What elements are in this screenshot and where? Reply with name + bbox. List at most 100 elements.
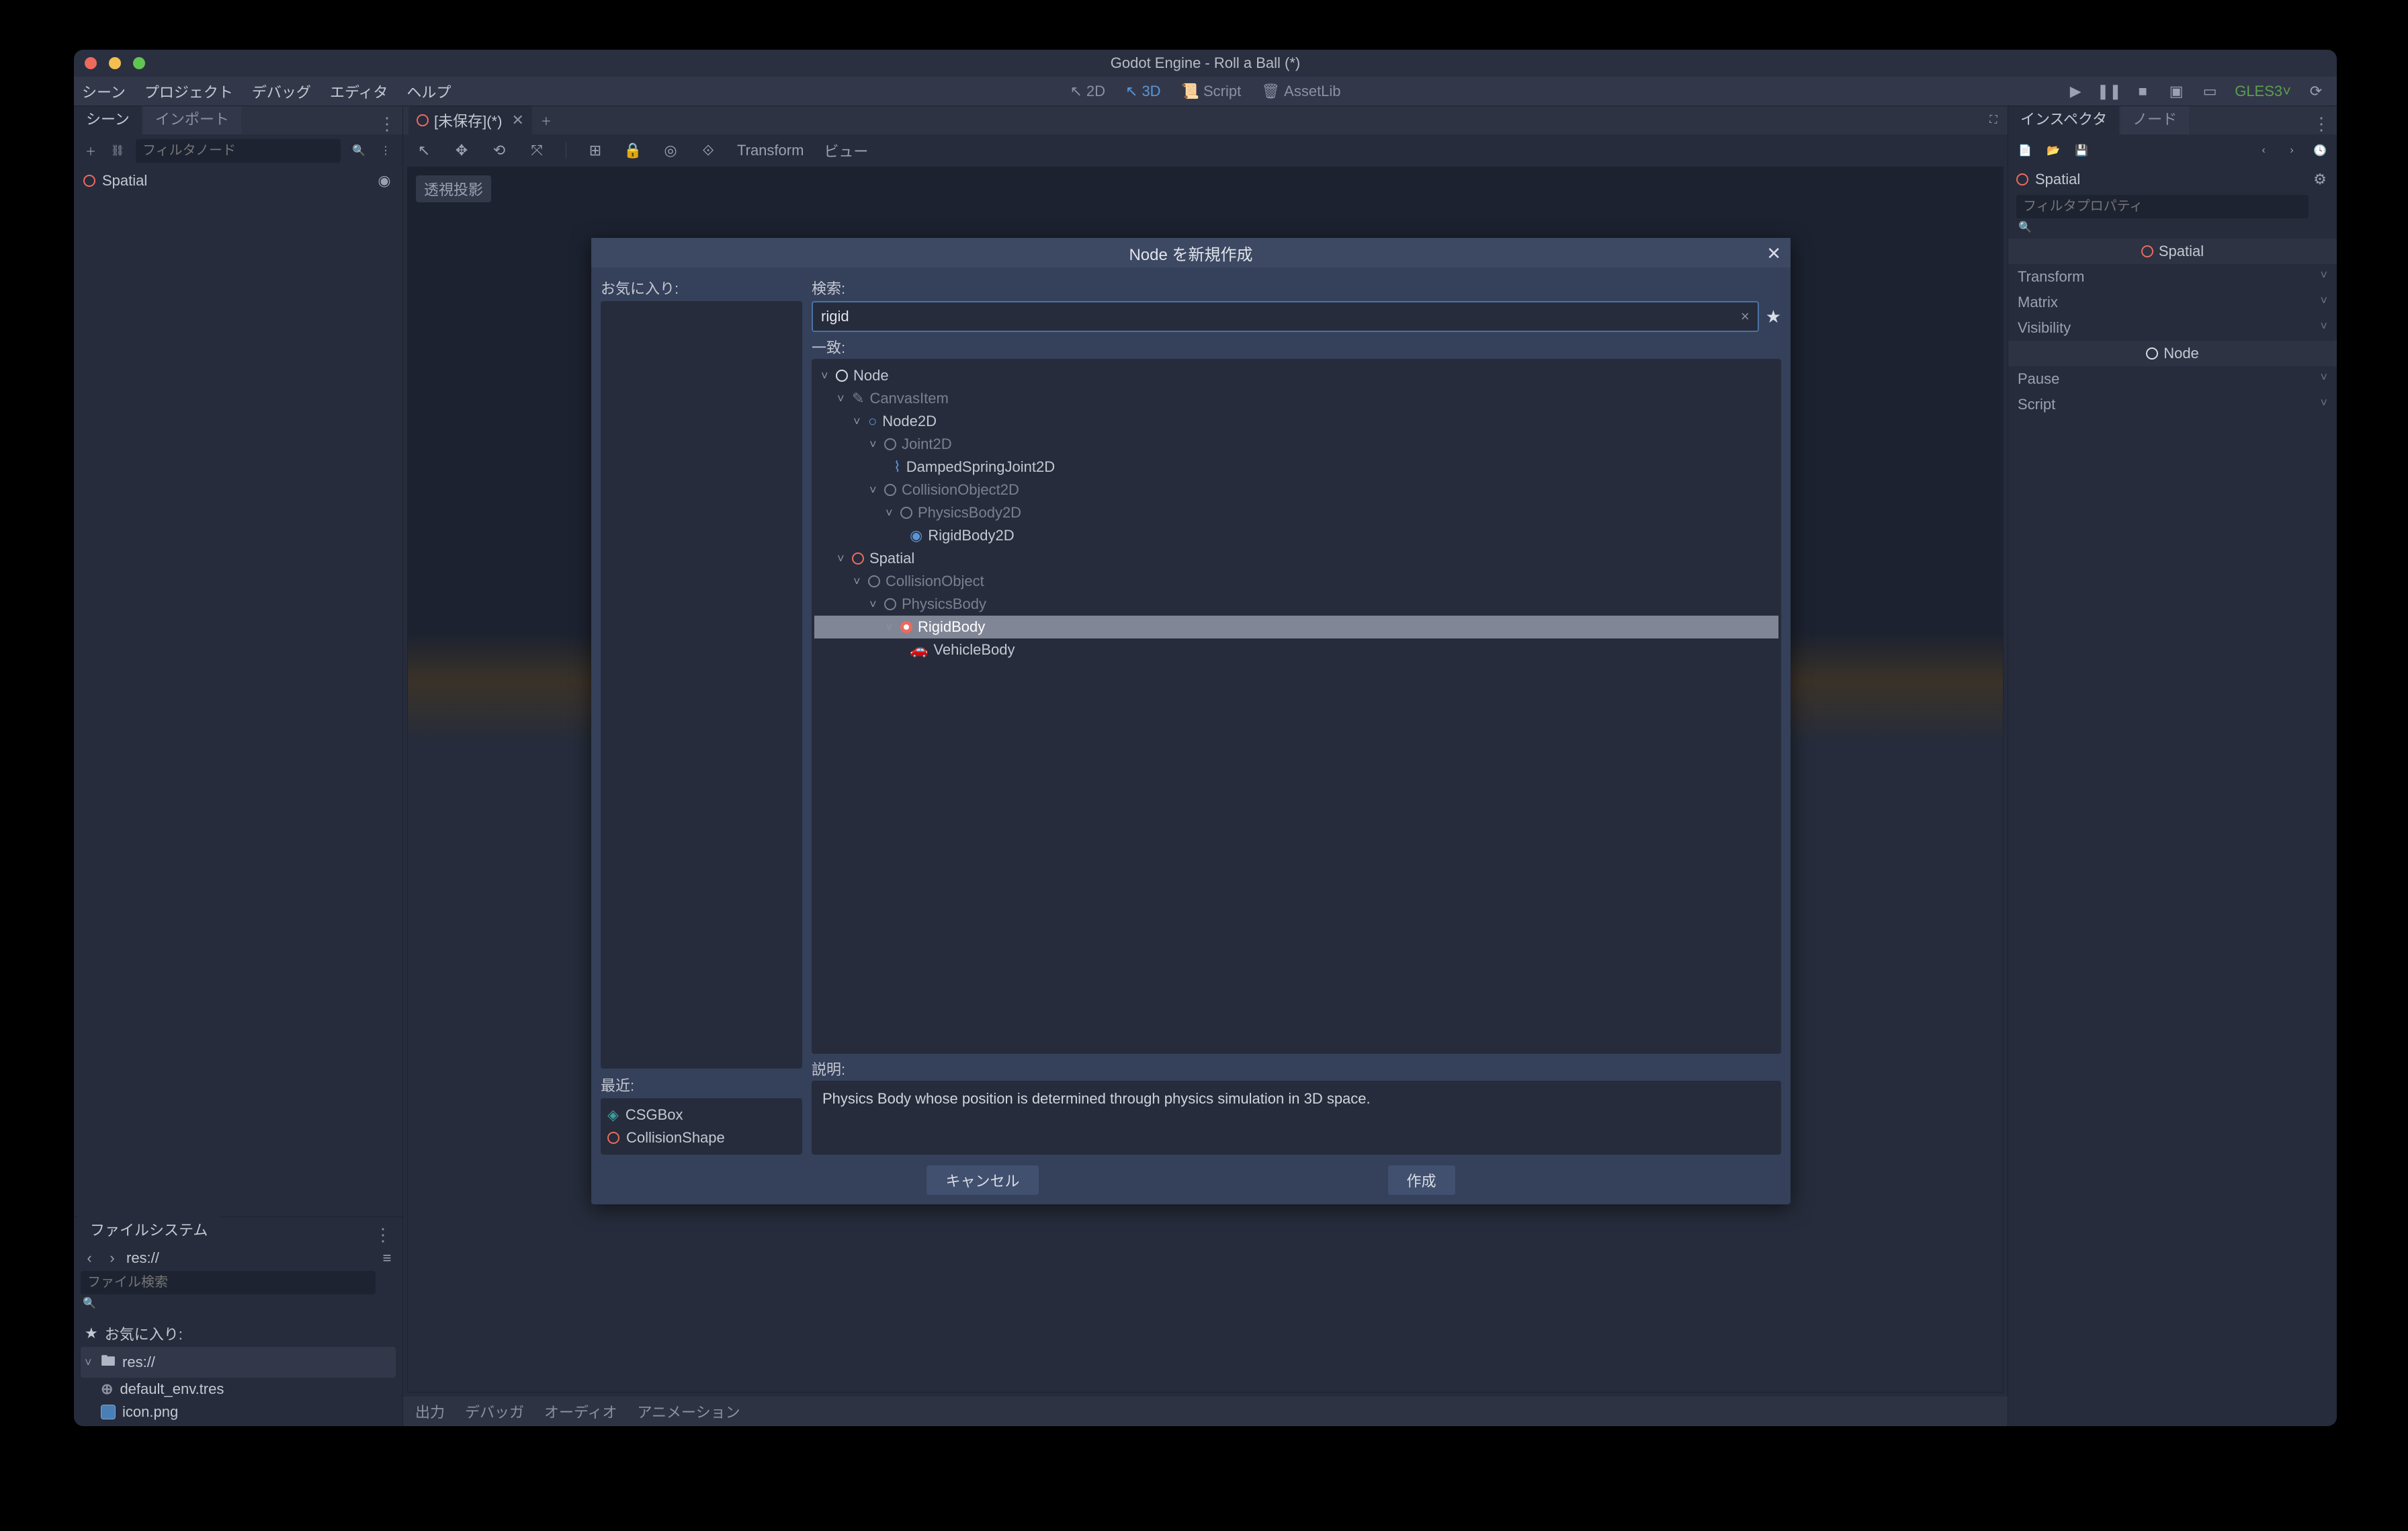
new-resource-icon[interactable]: 📄	[2016, 142, 2034, 159]
view-menu[interactable]: ビュー	[824, 140, 868, 161]
workspace-3d[interactable]: ↖3D	[1125, 83, 1161, 100]
tab-node[interactable]: ノード	[2120, 102, 2189, 134]
inspector-section-spatial[interactable]: Spatial	[2008, 239, 2337, 264]
workspace-script[interactable]: 📜Script	[1181, 83, 1242, 100]
link-icon[interactable]: ⛓	[109, 142, 126, 159]
nav-back-icon[interactable]: ‹	[81, 1249, 98, 1267]
tree-collobj[interactable]: ˅CollisionObject	[814, 570, 1778, 593]
favorite-star-icon[interactable]: ★	[1766, 306, 1781, 327]
minimize-window-button[interactable]	[109, 57, 121, 69]
menu-editor[interactable]: エディタ	[330, 81, 388, 102]
menu-scene[interactable]: シーン	[82, 81, 126, 102]
inspector-node-name[interactable]: Spatial ⚙	[2008, 167, 2337, 192]
tab-audio[interactable]: オーディオ	[544, 1401, 617, 1422]
search-icon[interactable]: 🔍	[2016, 218, 2034, 236]
search-icon[interactable]: 🔍	[81, 1294, 98, 1312]
play-icon[interactable]: ▶	[2067, 83, 2084, 100]
inspector-section-node[interactable]: Node	[2008, 341, 2337, 366]
tree-joint2d[interactable]: ˅Joint2D	[814, 433, 1778, 456]
fs-file-icon[interactable]: icon.png	[81, 1401, 396, 1423]
lock-icon[interactable]: 🔒	[624, 142, 642, 159]
clear-search-icon[interactable]: ×	[1741, 308, 1750, 325]
close-tab-icon[interactable]: ✕	[511, 112, 523, 129]
stop-icon[interactable]: ■	[2134, 83, 2151, 100]
tab-import[interactable]: インポート	[143, 102, 241, 134]
dock-options-icon[interactable]: ⋮	[378, 114, 396, 134]
menu-help[interactable]: ヘルプ	[406, 81, 451, 102]
prop-script[interactable]: Script˅	[2008, 392, 2337, 417]
scene-root-node[interactable]: Spatial ◉	[79, 169, 397, 192]
history-forward-icon[interactable]: ›	[2283, 142, 2300, 159]
dock-options-icon[interactable]: ⋮	[2313, 114, 2330, 134]
search-icon[interactable]: 🔍	[350, 142, 368, 159]
create-button[interactable]: 作成	[1388, 1165, 1455, 1195]
menu-debug[interactable]: デバッグ	[252, 81, 311, 102]
recent-collisionshape[interactable]: CollisionShape	[606, 1126, 797, 1149]
fs-dock-options-icon[interactable]: ⋮	[374, 1225, 392, 1245]
play-custom-icon[interactable]: ▭	[2201, 83, 2219, 100]
tab-filesystem[interactable]: ファイルシステム	[78, 1213, 220, 1245]
history-back-icon[interactable]: ‹	[2255, 142, 2272, 159]
tree-rigidbody2d[interactable]: ◉RigidBody2D	[814, 524, 1778, 547]
scene-file-tab[interactable]: [未保存](*) ✕	[408, 106, 532, 135]
transform-menu[interactable]: Transform	[737, 142, 804, 159]
tab-animation[interactable]: アニメーション	[638, 1401, 740, 1422]
recent-csgbox[interactable]: ◈ CSGBox	[606, 1104, 797, 1126]
move-tool-icon[interactable]: ✥	[453, 142, 470, 159]
workspace-assetlib[interactable]: 🗑AssetLib	[1261, 83, 1340, 100]
tree-canvasitem[interactable]: ˅✎CanvasItem	[814, 387, 1778, 410]
tree-vehiclebody[interactable]: 🚗VehicleBody	[814, 638, 1778, 661]
menu-project[interactable]: プロジェクト	[144, 81, 233, 102]
play-scene-icon[interactable]: ▣	[2167, 83, 2185, 100]
tree-collobj2d[interactable]: ˅CollisionObject2D	[814, 479, 1778, 501]
prop-pause[interactable]: Pause˅	[2008, 366, 2337, 392]
tab-output[interactable]: 出力	[415, 1401, 445, 1422]
fs-search-input[interactable]	[81, 1271, 376, 1294]
inspector-filter-input[interactable]	[2016, 195, 2309, 218]
close-window-button[interactable]	[85, 57, 97, 69]
expand-viewport-icon[interactable]: ⛶	[1985, 112, 2002, 129]
tree-physbody[interactable]: ˅PhysicsBody	[814, 593, 1778, 616]
add-scene-icon[interactable]: ＋	[538, 112, 555, 129]
fs-favorites[interactable]: ★ お気に入り:	[81, 1320, 396, 1347]
group-icon[interactable]: ◎	[662, 142, 679, 159]
tree-node2d[interactable]: ˅○Node2D	[814, 410, 1778, 433]
save-resource-icon[interactable]: 💾	[2073, 142, 2090, 159]
camera-icon[interactable]: ⟐	[699, 142, 717, 159]
add-node-icon[interactable]: ＋	[82, 142, 99, 159]
scale-tool-icon[interactable]: ⤧	[528, 142, 546, 159]
tree-dampedspring[interactable]: ⌇DampedSpringJoint2D	[814, 456, 1778, 479]
search-input[interactable]	[821, 308, 1741, 325]
zoom-window-button[interactable]	[133, 57, 145, 69]
history-icon[interactable]: 🕓	[2311, 142, 2329, 159]
prop-matrix[interactable]: Matrix˅	[2008, 290, 2337, 315]
tree-physbody2d[interactable]: ˅PhysicsBody2D	[814, 501, 1778, 524]
select-tool-icon[interactable]: ↖	[415, 142, 433, 159]
scene-filter-input[interactable]	[136, 139, 341, 163]
tree-rigidbody[interactable]: ˅RigidBody	[814, 616, 1778, 638]
workspace-2d[interactable]: ↖2D	[1070, 83, 1105, 100]
favorites-list[interactable]	[601, 301, 802, 1069]
fs-view-icon[interactable]: ≡	[378, 1249, 396, 1267]
slider-icon[interactable]: ⚙	[2311, 171, 2329, 188]
fs-root[interactable]: ˅ 🖿 res://	[81, 1347, 396, 1378]
snap-icon[interactable]: ⊞	[587, 142, 604, 159]
rotate-tool-icon[interactable]: ⟲	[490, 142, 508, 159]
prop-visibility[interactable]: Visibility˅	[2008, 315, 2337, 341]
prop-transform[interactable]: Transform˅	[2008, 264, 2337, 290]
pause-icon[interactable]: ❚❚	[2100, 83, 2118, 100]
cancel-button[interactable]: キャンセル	[927, 1165, 1038, 1195]
tree-node[interactable]: ˅Node	[814, 364, 1778, 387]
nav-forward-icon[interactable]: ›	[103, 1249, 121, 1267]
projection-label[interactable]: 透視投影	[416, 175, 491, 202]
tab-debugger[interactable]: デバッガ	[465, 1401, 524, 1422]
visibility-icon[interactable]: ◉	[376, 172, 393, 190]
fs-file-env[interactable]: ⊕ default_env.tres	[81, 1378, 396, 1401]
close-icon[interactable]: ✕	[1766, 243, 1781, 264]
renderer-dropdown[interactable]: GLES3˅	[2235, 83, 2291, 100]
open-resource-icon[interactable]: 📂	[2045, 142, 2062, 159]
tab-scene[interactable]: シーン	[74, 102, 142, 134]
scene-more-icon[interactable]: ⋮	[377, 142, 394, 159]
tab-inspector[interactable]: インスペクタ	[2008, 102, 2119, 134]
tree-spatial[interactable]: ˅Spatial	[814, 547, 1778, 570]
